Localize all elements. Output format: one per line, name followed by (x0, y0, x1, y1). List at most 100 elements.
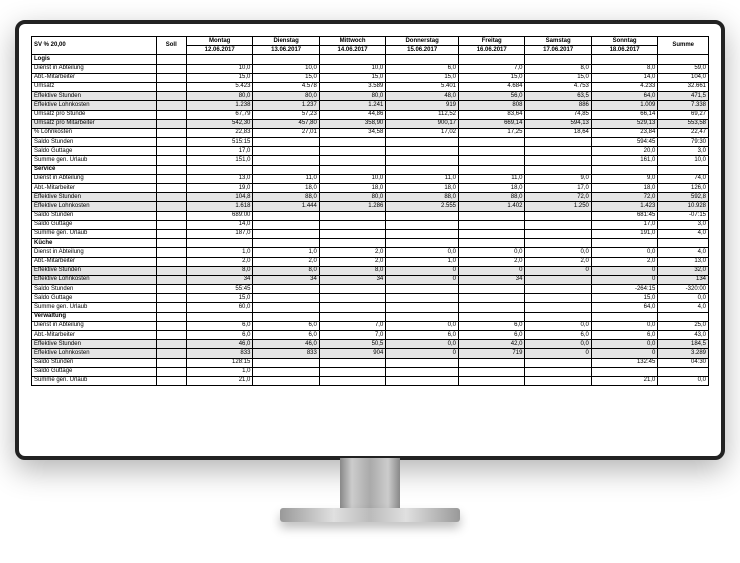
cell-day (386, 367, 459, 376)
row-label: Dienst in Abteilung (32, 321, 157, 330)
cell-sum: 04:30 (658, 358, 709, 367)
cell-day: 80,0 (319, 92, 385, 101)
cell-soll (156, 92, 186, 101)
cell-day: 886 (525, 101, 591, 110)
cell-day: 6,0 (591, 331, 657, 340)
sv-label: SV % 20,00 (32, 37, 157, 55)
cell-day (525, 358, 591, 367)
cell-day: 4.684 (459, 82, 525, 91)
table-row: Saldo Stunden515:15594:4579:30 (32, 138, 709, 147)
cell-day: 7,0 (319, 331, 385, 340)
date-3: 15.06.2017 (386, 46, 459, 55)
cell-day: 529,13 (591, 119, 657, 128)
cell-day: 18,0 (253, 184, 319, 193)
cell-day: 515:15 (186, 138, 252, 147)
cell-day (319, 376, 385, 385)
day-mittwoch: Mittwoch (319, 37, 385, 46)
cell-day: 67,79 (186, 110, 252, 119)
cell-soll (156, 82, 186, 91)
cell-day: 3.589 (319, 82, 385, 91)
table-row: Abt.-Mitarbeiter19,018,018,018,018,017,0… (32, 184, 709, 193)
cell-day: 0,0 (525, 321, 591, 330)
row-label: Saldo Stunden (32, 138, 157, 147)
cell-sum: -07:15 (658, 211, 709, 220)
cell-day: 15,0 (591, 294, 657, 303)
cell-day (319, 220, 385, 229)
row-label: Summe gen. Urlaub (32, 229, 157, 238)
row-label: Umsatz pro Stunde (32, 110, 157, 119)
table-row: Dienst in Abteilung13,011,010,011,011,09… (32, 174, 709, 183)
cell-sum: 3.289 (658, 349, 709, 358)
cell-day: 6,0 (459, 321, 525, 330)
table-row: Effektive Lohnkosten1.2381.2371.24191980… (32, 101, 709, 110)
cell-day: 833 (186, 349, 252, 358)
cell-day: 6,0 (186, 321, 252, 330)
row-label: Saldo Stunden (32, 211, 157, 220)
cell-day: 72,0 (525, 193, 591, 202)
cell-day: 64,0 (591, 303, 657, 312)
cell-day (386, 147, 459, 156)
cell-day: 6,0 (525, 331, 591, 340)
cell-day: 42,0 (459, 340, 525, 349)
cell-soll (156, 349, 186, 358)
date-5: 17.06.2017 (525, 46, 591, 55)
section-header: Verwaltung (32, 312, 709, 321)
cell-day: 8,0 (253, 266, 319, 275)
cell-day (319, 294, 385, 303)
cell-day: 669,14 (459, 119, 525, 128)
cell-soll (156, 376, 186, 385)
cell-day: 0,0 (591, 248, 657, 257)
cell-sum: 0,0 (658, 294, 709, 303)
cell-day: 10,0 (253, 64, 319, 73)
cell-day: 83,64 (459, 110, 525, 119)
cell-sum: 134 (658, 275, 709, 284)
cell-day (525, 303, 591, 312)
cell-soll (156, 294, 186, 303)
cell-day: 46,0 (186, 340, 252, 349)
day-montag: Montag (186, 37, 252, 46)
cell-day: 2,0 (459, 257, 525, 266)
cell-day: 0,0 (525, 248, 591, 257)
table-row: Summe gen. Urlaub187,0191,04,0 (32, 229, 709, 238)
cell-day: 187,0 (186, 229, 252, 238)
cell-day (386, 294, 459, 303)
table-row: Effektive Stunden80,080,080,048,056,063,… (32, 92, 709, 101)
cell-sum: 74,0 (658, 174, 709, 183)
cell-day: 0,0 (591, 321, 657, 330)
cell-day: 64,0 (591, 92, 657, 101)
cell-day: 112,52 (386, 110, 459, 119)
cell-day: 8,0 (319, 266, 385, 275)
cell-sum: 126,0 (658, 184, 709, 193)
day-sonntag: Sonntag (591, 37, 657, 46)
cell-day (525, 229, 591, 238)
cell-day: 18,64 (525, 128, 591, 137)
cell-day (459, 358, 525, 367)
cell-day (253, 303, 319, 312)
cell-day (459, 229, 525, 238)
cell-day (459, 294, 525, 303)
cell-day (253, 138, 319, 147)
row-label: Abt.-Mitarbeiter (32, 184, 157, 193)
cell-day: 63,5 (525, 92, 591, 101)
table-row: Saldo Guttage17,020,03,0 (32, 147, 709, 156)
cell-day: 900,17 (386, 119, 459, 128)
cell-soll (156, 266, 186, 275)
cell-soll (156, 220, 186, 229)
row-label: Effektive Lohnkosten (32, 202, 157, 211)
cell-day: 4.578 (253, 82, 319, 91)
cell-day: 0,0 (459, 248, 525, 257)
monitor-stand-base (280, 508, 460, 522)
cell-day: 904 (319, 349, 385, 358)
cell-day: 88,0 (253, 193, 319, 202)
cell-sum: 184,5 (658, 340, 709, 349)
cell-sum: 10.928 (658, 202, 709, 211)
cell-day: 128:15 (186, 358, 252, 367)
table-row: Saldo Guttage15,015,00,0 (32, 294, 709, 303)
cell-day: 15,0 (186, 294, 252, 303)
cell-sum: 32.661 (658, 82, 709, 91)
cell-sum: 43,0 (658, 331, 709, 340)
cell-soll (156, 285, 186, 294)
cell-day: 161,0 (591, 156, 657, 165)
cell-day: 358,90 (319, 119, 385, 128)
summe-header: Summe (658, 37, 709, 55)
